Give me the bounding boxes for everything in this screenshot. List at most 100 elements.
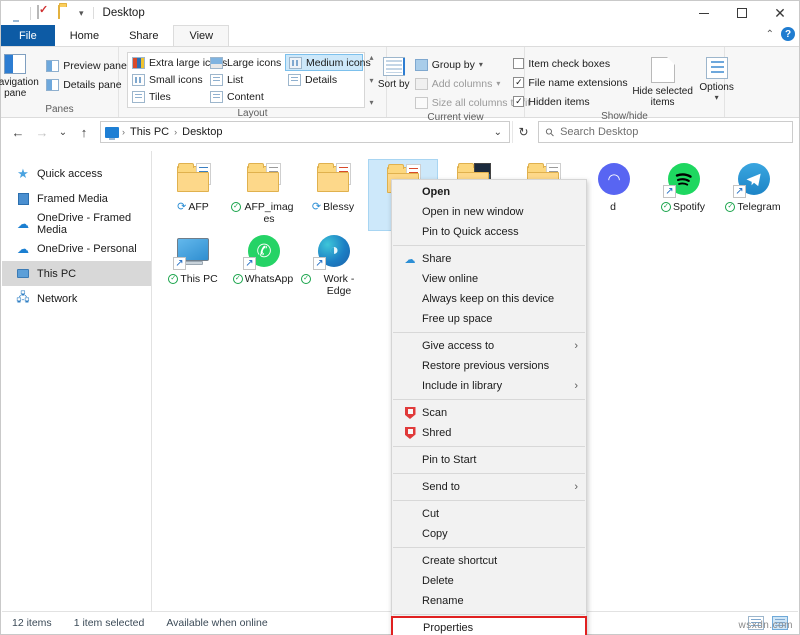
file-name-extensions-checkbox[interactable]: ✓ <box>513 77 525 88</box>
context-menu-item-give-access-to[interactable]: Give access to › <box>392 336 586 356</box>
context-menu-item-pin-to-quick-access[interactable]: Pin to Quick access <box>392 222 586 242</box>
item-check-boxes-checkbox[interactable] <box>513 58 525 69</box>
minimize-button[interactable] <box>685 1 723 25</box>
sidebar-item-onedrive-framed-media[interactable]: ☁ OneDrive - Framed Media <box>2 211 151 236</box>
maximize-button[interactable] <box>723 1 761 25</box>
available-offline-badge-icon: ✓ <box>232 274 243 284</box>
context-menu-item-always-keep-on-this-device[interactable]: Always keep on this device <box>392 289 586 309</box>
options-icon <box>705 57 728 79</box>
details-pane-button[interactable]: Details pane <box>42 75 131 94</box>
qat-chevron-down-icon[interactable]: ▾ <box>79 8 84 18</box>
collapse-ribbon-icon[interactable]: ⌃ <box>766 29 774 40</box>
layout-small-icons[interactable]: Small icons <box>129 71 207 88</box>
scroll-up-icon[interactable]: ▴ <box>369 53 373 62</box>
context-menu-item-send-to[interactable]: Send to › <box>392 477 586 497</box>
layout-tiles[interactable]: Tiles <box>129 88 207 105</box>
options-caret-icon[interactable]: ▾ <box>715 93 719 102</box>
context-menu-item-shred[interactable]: Shred <box>392 423 586 443</box>
properties-icon[interactable] <box>37 5 52 20</box>
layout-list[interactable]: List <box>207 71 285 88</box>
hidden-items-checkbox[interactable]: ✓ <box>513 96 525 107</box>
context-menu-item-cut[interactable]: Cut <box>392 504 586 524</box>
context-menu-item-view-online[interactable]: View online <box>392 269 586 289</box>
tab-home[interactable]: Home <box>55 25 114 46</box>
search-input[interactable]: ⚲ Search Desktop <box>538 121 793 143</box>
layout-label: Small icons <box>149 73 203 86</box>
sidebar-item-framed-media[interactable]: Framed Media <box>2 186 151 211</box>
menu-item-label: Restore previous versions <box>422 360 550 372</box>
tab-share[interactable]: Share <box>114 25 173 46</box>
file-item-spotify[interactable]: ↗ ✓ Spotify <box>648 159 718 231</box>
context-menu-item-scan[interactable]: Scan <box>392 403 586 423</box>
forward-button[interactable]: → <box>31 121 53 143</box>
file-item-work-edge[interactable]: ◑ ↗ ✓ Work - Edge <box>298 231 368 303</box>
context-menu-item-free-up-space[interactable]: Free up space <box>392 309 586 329</box>
watermark: wsxdn.com <box>738 620 793 631</box>
breadcrumb-desktop[interactable]: Desktop <box>180 126 224 138</box>
up-button[interactable]: ↑ <box>73 121 95 143</box>
context-menu-item-include-in-library[interactable]: Include in library › <box>392 376 586 396</box>
context-menu-item-delete[interactable]: Delete <box>392 571 586 591</box>
layout-content[interactable]: Content <box>207 88 285 105</box>
layout-large-icons[interactable]: Large icons <box>207 54 285 71</box>
hidden-items-option[interactable]: ✓ Hidden items <box>509 92 631 111</box>
close-button[interactable]: ✕ <box>761 1 799 25</box>
layout-details[interactable]: Details <box>285 71 363 88</box>
this-pc-icon[interactable] <box>9 6 24 20</box>
context-menu-item-restore-previous-versions[interactable]: Restore previous versions <box>392 356 586 376</box>
help-icon[interactable]: ? <box>781 27 795 41</box>
item-count-label: 12 items <box>12 616 52 629</box>
ribbon-group-layout: Extra large icons Large icons Medium ico… <box>119 47 387 119</box>
sidebar-item-quick-access[interactable]: ★ Quick access <box>2 161 151 186</box>
sidebar-item-this-pc[interactable]: This PC <box>2 261 151 286</box>
hide-selected-items-button[interactable]: Hide selected items <box>632 53 694 108</box>
breadcrumb-chevron-down-icon[interactable]: ⌄ <box>494 127 505 138</box>
tab-view[interactable]: View <box>173 25 230 46</box>
file-item-afp[interactable]: ⟳ AFP <box>158 159 228 231</box>
spotify-icon: ↗ <box>661 161 705 199</box>
edge-icon: ◑ ↗ <box>311 233 355 271</box>
scroll-more-icon[interactable]: ▾ <box>369 98 373 107</box>
file-item-this-pc[interactable]: ↗ ✓ This PC <box>158 231 228 303</box>
back-button[interactable]: ← <box>7 121 29 143</box>
layout-medium-icons[interactable]: Medium icons <box>285 54 371 71</box>
context-menu-item-copy[interactable]: Copy <box>392 524 586 544</box>
navigation-pane-button[interactable]: Navigation pane <box>0 50 42 99</box>
sidebar-item-network[interactable]: 🖧 Network <box>2 286 151 311</box>
context-menu-item-share[interactable]: ☁ Share <box>392 249 586 269</box>
file-item-discord[interactable]: ◠ d <box>578 159 648 231</box>
pc-icon <box>16 267 30 281</box>
context-menu-item-create-shortcut[interactable]: Create shortcut <box>392 551 586 571</box>
options-button[interactable]: Options ▾ <box>694 53 740 102</box>
new-folder-icon[interactable] <box>58 5 73 20</box>
preview-pane-icon <box>46 59 60 72</box>
file-item-telegram[interactable]: ↗ ✓ Telegram <box>718 159 788 231</box>
group-by-caret-icon[interactable]: ▾ <box>479 60 483 69</box>
layout-label: List <box>227 73 244 86</box>
breadcrumb-this-pc[interactable]: This PC <box>128 126 171 138</box>
file-item-whatsapp[interactable]: ✆ ↗ ✓ WhatsApp <box>228 231 298 303</box>
scroll-down-icon[interactable]: ▾ <box>369 76 373 85</box>
file-name-extensions-option[interactable]: ✓ File name extensions <box>509 73 631 92</box>
window-controls: ✕ <box>685 1 799 25</box>
context-menu-item-open[interactable]: Open <box>392 182 586 202</box>
preview-pane-button[interactable]: Preview pane <box>42 56 131 75</box>
recent-locations-button[interactable]: ⌄ <box>55 121 71 143</box>
context-menu-item-pin-to-start[interactable]: Pin to Start <box>392 450 586 470</box>
shortcut-arrow-icon: ↗ <box>173 257 186 270</box>
menu-divider <box>393 245 585 246</box>
add-columns-caret-icon[interactable]: ▾ <box>496 79 500 88</box>
layout-label: Content <box>227 90 264 103</box>
context-menu-item-rename[interactable]: Rename <box>392 591 586 611</box>
layout-extra-large-icons[interactable]: Extra large icons <box>129 54 227 71</box>
menu-divider <box>393 399 585 400</box>
file-item-blessy[interactable]: ⟳ Blessy <box>298 159 368 231</box>
context-menu-item-open-in-new-window[interactable]: Open in new window <box>392 202 586 222</box>
sidebar-item-onedrive-personal[interactable]: ☁ OneDrive - Personal <box>2 236 151 261</box>
menu-item-label: Free up space <box>422 313 493 325</box>
sort-by-button[interactable]: Sort by <box>377 53 411 90</box>
item-check-boxes-option[interactable]: Item check boxes <box>509 54 631 73</box>
file-item-afp-images[interactable]: ✓ AFP_images <box>228 159 298 231</box>
context-menu-item-properties[interactable]: Properties <box>391 616 587 635</box>
tab-file[interactable]: File <box>1 25 55 46</box>
